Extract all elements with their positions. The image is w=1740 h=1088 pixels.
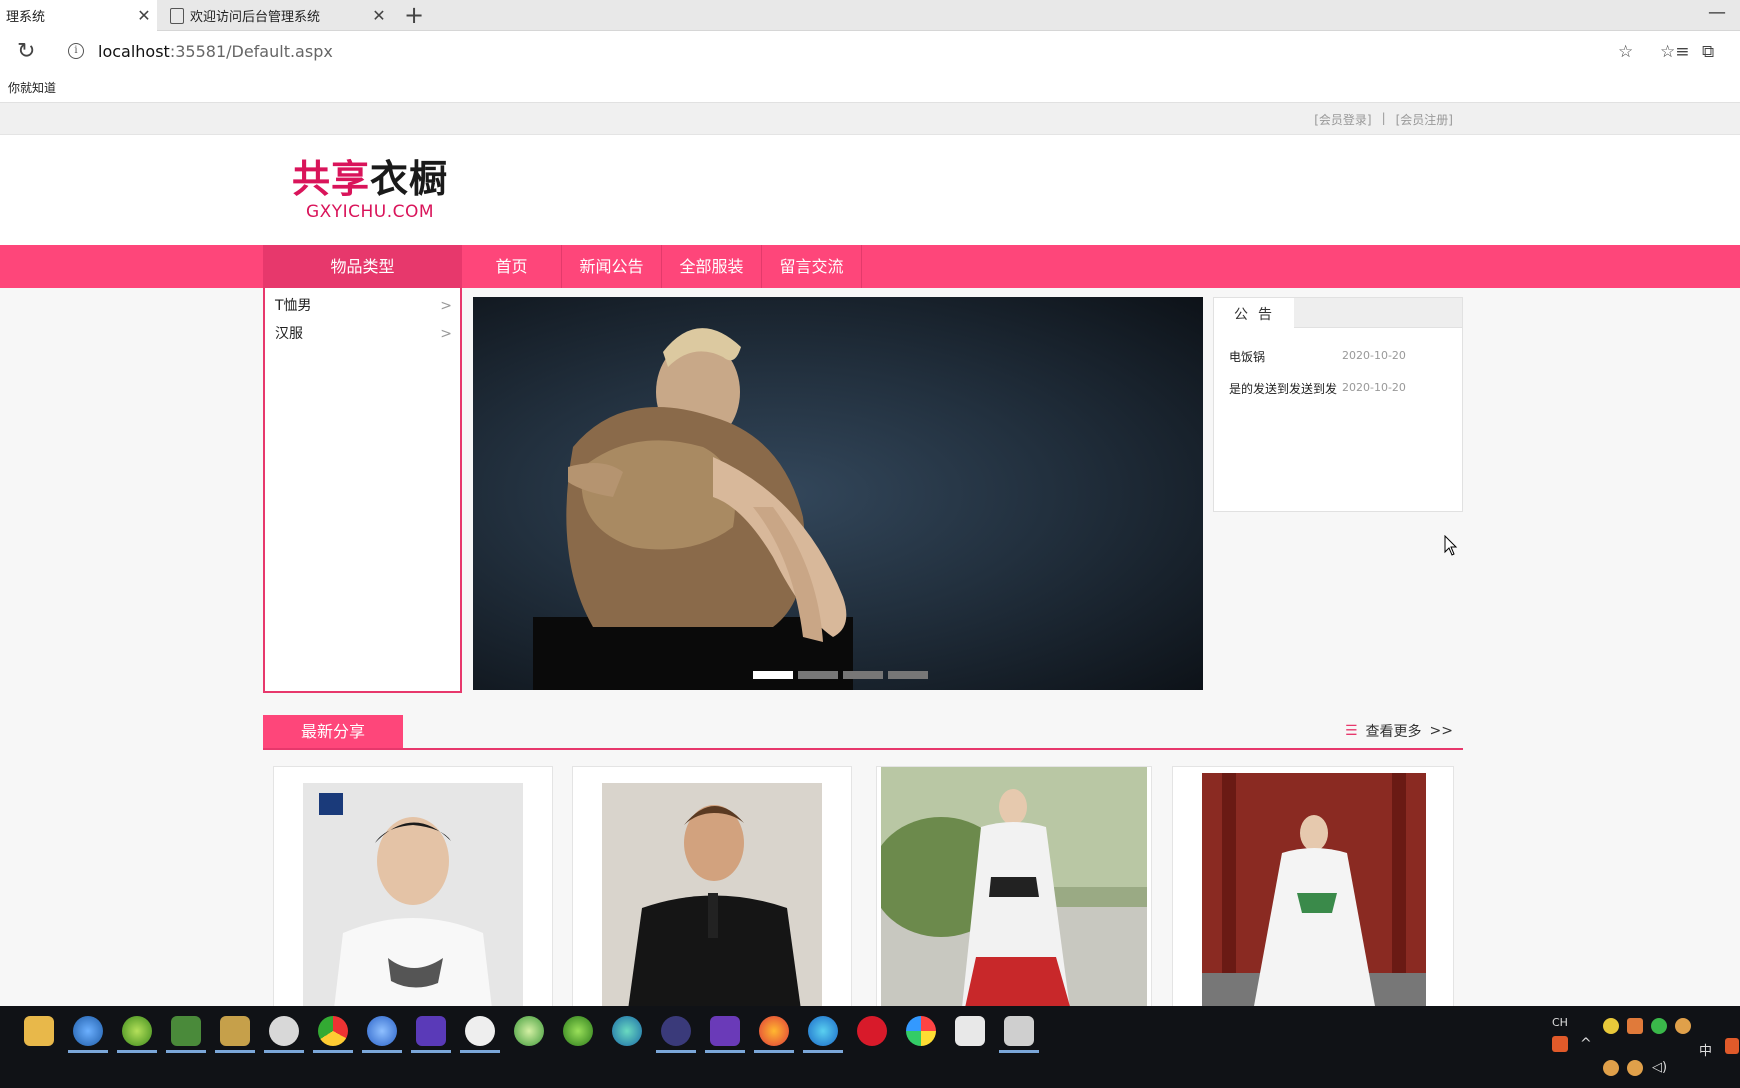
slide-dot[interactable] <box>843 671 883 679</box>
chrome-icon[interactable] <box>318 1016 348 1046</box>
tray-icon[interactable] <box>1627 1060 1643 1076</box>
firefox-icon[interactable] <box>759 1016 789 1046</box>
app-icon[interactable] <box>122 1016 152 1046</box>
notice-header: 公告 <box>1214 298 1462 329</box>
notice-panel: 公告 电饭锅 2020-10-20 是的发送到发送到发 2020-10-20 <box>1213 297 1463 512</box>
opera-icon[interactable] <box>857 1016 887 1046</box>
app-icon[interactable] <box>514 1016 544 1046</box>
tools-icon[interactable] <box>220 1016 250 1046</box>
product-image[interactable] <box>602 783 822 1006</box>
banner-slider[interactable] <box>473 297 1203 690</box>
wechat-icon[interactable] <box>269 1016 299 1046</box>
collections-icon[interactable]: ⧉ <box>1702 42 1714 62</box>
product-card[interactable] <box>572 766 852 1006</box>
tray-icon[interactable] <box>1603 1060 1619 1076</box>
qq-icon[interactable] <box>465 1016 495 1046</box>
product-image[interactable] <box>1202 773 1426 1006</box>
app-icon[interactable] <box>612 1016 642 1046</box>
add-favorite-icon[interactable]: ☆ <box>1618 42 1633 62</box>
product-card[interactable] <box>1172 766 1454 1006</box>
nav-category[interactable]: 物品类型 <box>263 245 462 288</box>
ime-indicator[interactable]: CH <box>1552 1016 1568 1029</box>
app-icon[interactable] <box>955 1016 985 1046</box>
banner-pagination <box>753 671 928 679</box>
address-bar[interactable]: i localhost:35581/Default.aspx <box>56 36 1626 66</box>
chevron-right-icon: > <box>440 326 452 342</box>
site-header: 共享衣橱 GXYICHU.COM <box>0 135 1740 245</box>
chevron-right-icon: > <box>440 298 452 314</box>
section-title: 最新分享 <box>263 715 403 748</box>
file-explorer-icon[interactable] <box>24 1016 54 1046</box>
address-bar-row: ↻ i localhost:35581/Default.aspx ☆ ☆≡ ⧉ <box>0 31 1740 71</box>
info-icon[interactable]: i <box>68 43 84 59</box>
double-chevron-icon: >> <box>1429 723 1453 739</box>
language-indicator[interactable]: 中 <box>1699 1040 1712 1059</box>
minimize-button[interactable]: — <box>1708 2 1726 23</box>
volume-icon[interactable]: ◁) <box>1652 1060 1667 1075</box>
category-list: T恤男 > 汉服 > <box>263 288 462 693</box>
latest-share-header: 最新分享 ☰ 查看更多 >> <box>263 715 1463 750</box>
favorite-link[interactable]: 你就知道 <box>8 79 56 96</box>
tray-icon[interactable] <box>1675 1018 1691 1034</box>
document-icon <box>170 7 184 24</box>
close-tab-icon[interactable]: ✕ <box>366 6 392 25</box>
chevron-up-icon[interactable]: ^ <box>1580 1036 1592 1052</box>
mouse-cursor-icon <box>1444 535 1458 556</box>
nav-messages[interactable]: 留言交流 <box>762 245 862 288</box>
member-login-link[interactable]: [会员登录] <box>1314 111 1371 128</box>
browser-tab-bar: 理系统 ✕ 欢迎访问后台管理系统 ✕ + — <box>0 0 1740 31</box>
nav-home[interactable]: 首页 <box>462 245 562 288</box>
browser-icon[interactable] <box>73 1016 103 1046</box>
tab-title: 欢迎访问后台管理系统 <box>190 10 321 25</box>
slide-dot[interactable] <box>753 671 793 679</box>
tray-icon[interactable] <box>1603 1018 1619 1034</box>
tab-title: 理系统 <box>6 10 46 25</box>
product-image[interactable] <box>881 767 1147 1006</box>
notice-item[interactable]: 电饭锅 2020-10-20 <box>1229 348 1454 365</box>
nav-all-clothing[interactable]: 全部服装 <box>662 245 762 288</box>
app-icon[interactable] <box>367 1016 397 1046</box>
favorites-bar: 你就知道 <box>0 71 1740 103</box>
site-logo[interactable]: 共享衣橱 GXYICHU.COM <box>292 157 448 222</box>
list-icon: ☰ <box>1344 723 1358 739</box>
eclipse-icon[interactable] <box>661 1016 691 1046</box>
close-tab-icon[interactable]: ✕ <box>131 6 157 25</box>
category-item[interactable]: 汉服 > <box>265 320 460 348</box>
tray-icon[interactable] <box>1627 1018 1643 1034</box>
notice-item[interactable]: 是的发送到发送到发 2020-10-20 <box>1229 380 1454 397</box>
member-register-link[interactable]: [会员注册] <box>1396 111 1453 128</box>
sogou-icon[interactable] <box>1725 1038 1739 1054</box>
edge-icon[interactable] <box>808 1016 838 1046</box>
wechat-tray-icon[interactable] <box>1651 1018 1667 1034</box>
product-image[interactable] <box>303 783 523 1006</box>
app-icon[interactable] <box>1004 1016 1034 1046</box>
banner-image <box>533 328 853 690</box>
nav-news[interactable]: 新闻公告 <box>562 245 662 288</box>
separator: | <box>1381 111 1386 125</box>
app-icon[interactable] <box>906 1016 936 1046</box>
url-text[interactable]: localhost:35581/Default.aspx <box>98 42 333 61</box>
reload-icon[interactable]: ↻ <box>17 39 35 64</box>
category-item[interactable]: T恤男 > <box>265 292 460 320</box>
favorites-icon[interactable]: ☆≡ <box>1660 42 1689 62</box>
browser-tab-active[interactable]: 理系统 ✕ <box>0 0 157 31</box>
ide-icon[interactable] <box>416 1016 446 1046</box>
page-viewport: [会员登录] | [会员注册] 共享衣橱 GXYICHU.COM 物品类型 首页… <box>0 103 1740 1006</box>
visual-studio-icon[interactable] <box>710 1016 740 1046</box>
main-nav: 物品类型 首页 新闻公告 全部服装 留言交流 <box>0 245 1740 288</box>
browser-tab-admin[interactable]: 欢迎访问后台管理系统 ✕ <box>160 0 392 31</box>
product-card[interactable] <box>876 766 1152 1006</box>
sogou-icon[interactable] <box>1552 1036 1568 1052</box>
new-tab-button[interactable]: + <box>404 2 424 28</box>
product-card[interactable] <box>273 766 553 1006</box>
top-strip: [会员登录] | [会员注册] <box>0 103 1740 135</box>
view-more-link[interactable]: ☰ 查看更多 >> <box>1345 721 1453 741</box>
slide-dot[interactable] <box>888 671 928 679</box>
member-links: [会员登录] | [会员注册] <box>1314 111 1453 128</box>
windows-taskbar: CH ^ ◁) 中 <box>0 1006 1740 1088</box>
slide-dot[interactable] <box>798 671 838 679</box>
app-icon[interactable] <box>171 1016 201 1046</box>
notice-tab[interactable]: 公告 <box>1214 298 1294 329</box>
app-icon[interactable] <box>563 1016 593 1046</box>
